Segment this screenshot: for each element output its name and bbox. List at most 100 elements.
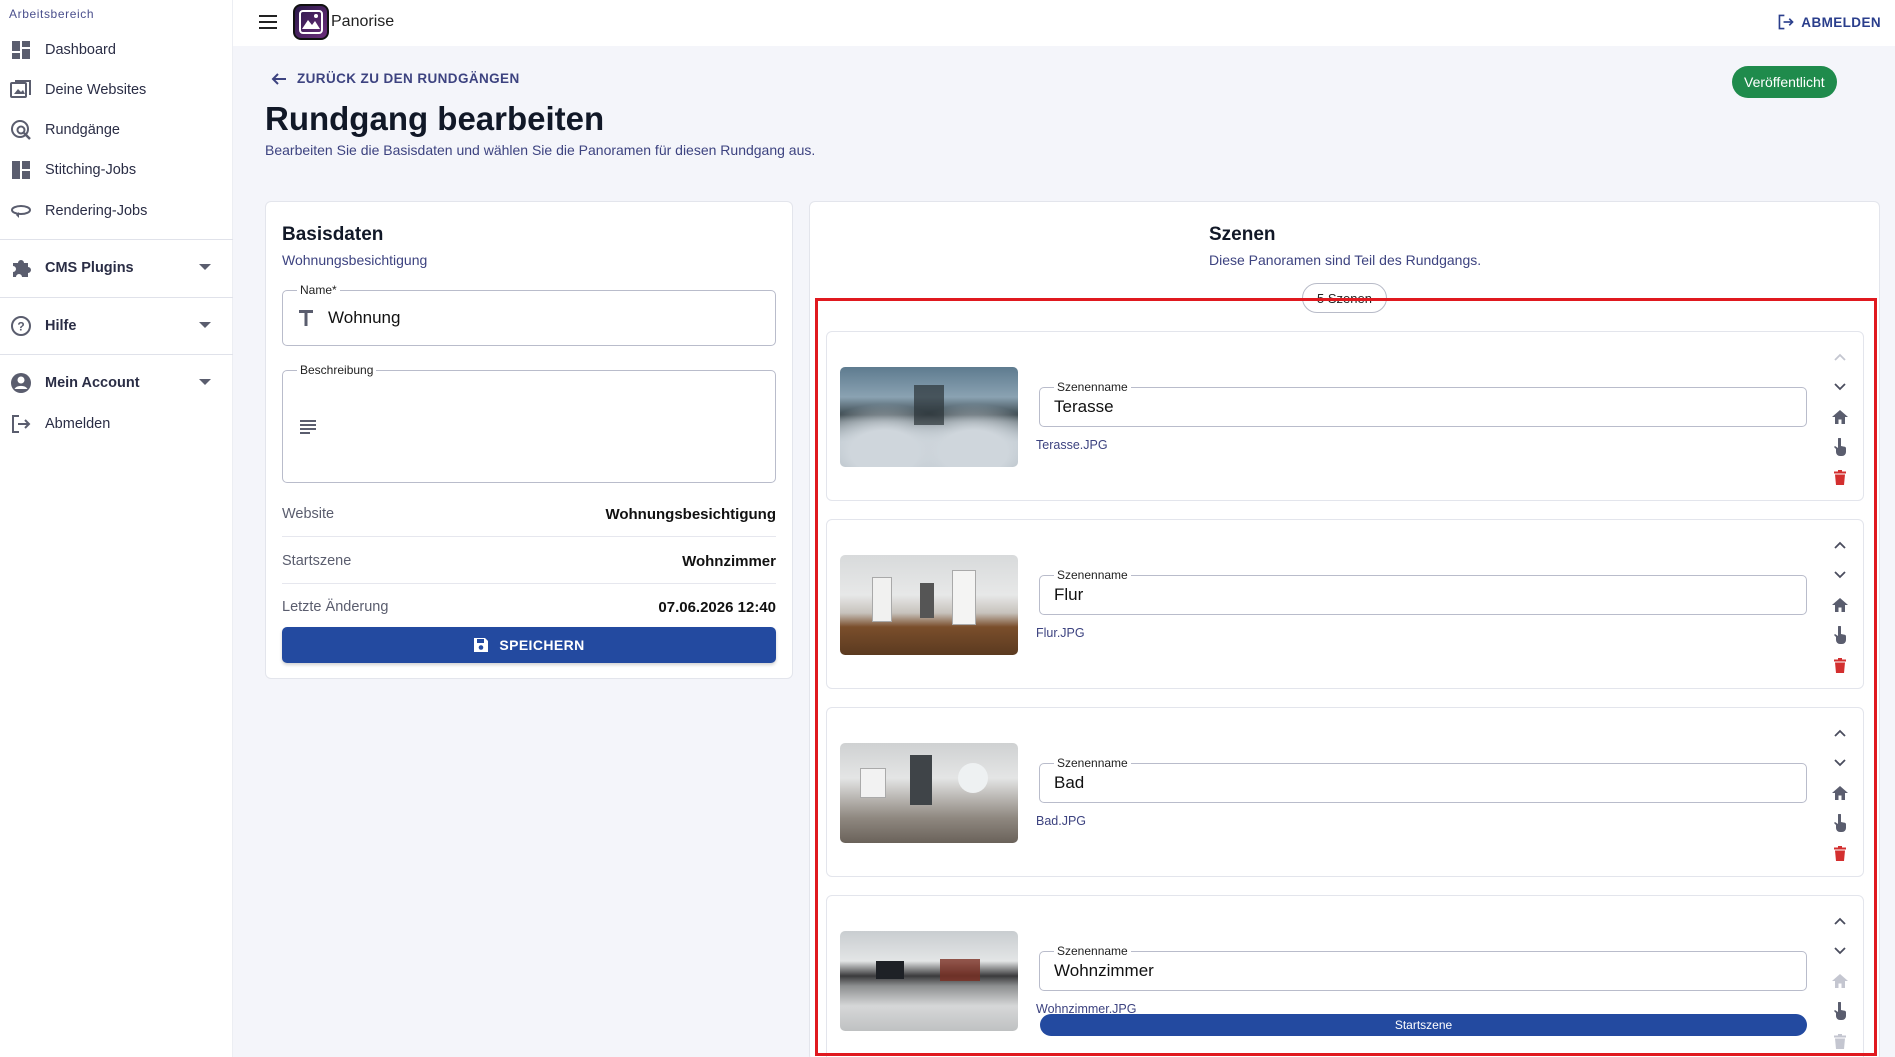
scene-thumbnail: [840, 743, 1018, 843]
basisdaten-card: Basisdaten Wohnungsbesichtigung Name* Wo…: [265, 201, 793, 679]
help-icon: ?: [10, 315, 32, 337]
sidebar-item-stitching-jobs[interactable]: Stitching-Jobs: [0, 152, 233, 188]
scene-name-label: Szenenname: [1054, 380, 1131, 394]
scene-name-label: Szenenname: [1054, 568, 1131, 582]
sidebar-item-label: Deine Websites: [45, 82, 147, 98]
name-field-value: Wohnung: [328, 308, 401, 327]
logout-icon: [1778, 14, 1794, 30]
sidebar-item-label: CMS Plugins: [45, 260, 134, 276]
page-subtitle: Bearbeiten Sie die Basisdaten und wählen…: [265, 142, 816, 158]
sidebar-item-hilfe[interactable]: ? Hilfe: [0, 308, 233, 344]
rotate-icon: [10, 200, 32, 222]
account-icon: [10, 372, 32, 394]
scene-name-field[interactable]: Szenenname Flur: [1039, 568, 1807, 615]
card-title: Szenen: [1209, 224, 1276, 245]
logout-icon: [10, 413, 32, 435]
description-field[interactable]: Beschreibung: [282, 363, 776, 483]
scene-count-chip: 5 Szenen: [1302, 283, 1387, 313]
chevron-up-icon[interactable]: [1827, 722, 1853, 744]
logout-button[interactable]: ABMELDEN: [1777, 13, 1881, 31]
grid-icon: [10, 159, 32, 181]
touch-icon[interactable]: [1827, 812, 1853, 834]
sidebar-item-abmelden[interactable]: Abmelden: [0, 406, 233, 442]
app-name: Panorise: [331, 13, 395, 30]
arrow-left-icon: [271, 72, 286, 85]
sidebar-item-dashboard[interactable]: Dashboard: [0, 32, 233, 68]
scene-file-name: Bad.JPG: [1036, 814, 1087, 828]
back-to-tours-link[interactable]: ZURÜCK ZU DEN RUNDGÄNGEN: [271, 71, 520, 86]
puzzle-icon: [10, 257, 32, 279]
info-row-letzte-aenderung: Letzte Änderung 07.06.2026 12:40: [282, 584, 776, 630]
start-scene-badge: Startszene: [1040, 1014, 1807, 1036]
home-icon[interactable]: [1827, 782, 1853, 804]
chevron-up-icon[interactable]: [1827, 534, 1853, 556]
scene-name-label: Szenenname: [1054, 944, 1131, 958]
card-subtitle: Wohnungsbesichtigung: [282, 252, 428, 268]
card-subtitle: Diese Panoramen sind Teil des Rundgangs.: [1209, 252, 1482, 268]
chevron-down-icon[interactable]: [1827, 564, 1853, 586]
sidebar-item-label: Rendering-Jobs: [45, 203, 148, 219]
home-icon: [1827, 970, 1853, 992]
info-value: Wohnzimmer: [682, 553, 776, 570]
name-field-label: Name*: [297, 283, 340, 297]
sidebar-item-mein-account[interactable]: Mein Account: [0, 365, 233, 401]
scene-name-value: Wohnzimmer: [1054, 961, 1154, 980]
sidebar-section-label: Arbeitsbereich: [9, 7, 95, 21]
info-row-website: Website Wohnungsbesichtigung: [282, 491, 776, 537]
scene-name-label: Szenenname: [1054, 756, 1131, 770]
delete-icon[interactable]: [1827, 842, 1853, 864]
scene-thumbnail: [840, 367, 1018, 467]
images-icon: [10, 79, 32, 101]
sidebar-divider: [0, 354, 233, 355]
delete-icon[interactable]: [1827, 654, 1853, 676]
chevron-down-icon[interactable]: [1827, 940, 1853, 962]
save-button-label: SPEICHERN: [499, 637, 585, 653]
chevron-down-icon: [199, 322, 211, 328]
svg-text:?: ?: [17, 320, 24, 334]
scene-name-field[interactable]: Szenenname Bad: [1039, 756, 1807, 803]
card-title: Basisdaten: [282, 224, 384, 245]
scene-file-name: Flur.JPG: [1036, 626, 1085, 640]
scene-item-wohnzimmer: Szenenname Wohnzimmer Wohnzimmer.JPG Sta…: [826, 895, 1864, 1057]
touch-icon[interactable]: [1827, 1000, 1853, 1022]
sidebar-item-label: Mein Account: [45, 375, 140, 391]
chevron-down-icon[interactable]: [1827, 376, 1853, 398]
scene-name-field[interactable]: Szenenname Wohnzimmer: [1039, 944, 1807, 991]
save-icon: [474, 638, 489, 652]
scene-item-bad: Szenenname Bad Bad.JPG: [826, 707, 1864, 877]
delete-icon[interactable]: [1827, 466, 1853, 488]
info-key: Startszene: [282, 553, 352, 569]
info-key: Website: [282, 506, 335, 522]
notes-icon: [300, 420, 316, 434]
home-icon[interactable]: [1827, 406, 1853, 428]
touch-icon[interactable]: [1827, 436, 1853, 458]
dashboard-icon: [10, 39, 32, 61]
sidebar-item-label: Dashboard: [45, 42, 116, 58]
chevron-down-icon[interactable]: [1827, 752, 1853, 774]
chevron-up-icon[interactable]: [1827, 346, 1853, 368]
chevron-up-icon[interactable]: [1827, 910, 1853, 932]
save-button[interactable]: SPEICHERN: [282, 627, 776, 663]
chevron-down-icon: [199, 379, 211, 385]
name-field[interactable]: Name* Wohnung: [282, 283, 776, 346]
sidebar-divider: [0, 239, 233, 240]
sidebar-item-websites[interactable]: Deine Websites: [0, 72, 233, 108]
info-row-startszene: Startszene Wohnzimmer: [282, 538, 776, 584]
scene-item-terasse: Szenenname Terasse Terasse.JPG: [826, 331, 1864, 501]
scene-item-flur: Szenenname Flur Flur.JPG: [826, 519, 1864, 689]
sidebar: Arbeitsbereich Dashboard Deine Websites …: [0, 0, 233, 1057]
scene-thumbnail: [840, 931, 1018, 1031]
sidebar-item-rendering-jobs[interactable]: Rendering-Jobs: [0, 193, 233, 229]
menu-icon[interactable]: [259, 15, 277, 29]
sidebar-divider: [0, 297, 233, 298]
sidebar-item-label: Stitching-Jobs: [45, 162, 137, 178]
scene-thumbnail: [840, 555, 1018, 655]
info-value: Wohnungsbesichtigung: [605, 506, 776, 523]
home-icon[interactable]: [1827, 594, 1853, 616]
scene-name-field[interactable]: Szenenname Terasse: [1039, 380, 1807, 427]
sidebar-item-rundgaenge[interactable]: Rundgänge: [0, 112, 233, 148]
logout-label: ABMELDEN: [1801, 14, 1881, 30]
touch-icon[interactable]: [1827, 624, 1853, 646]
sidebar-item-label: Hilfe: [45, 318, 77, 334]
sidebar-item-cms-plugins[interactable]: CMS Plugins: [0, 250, 233, 286]
